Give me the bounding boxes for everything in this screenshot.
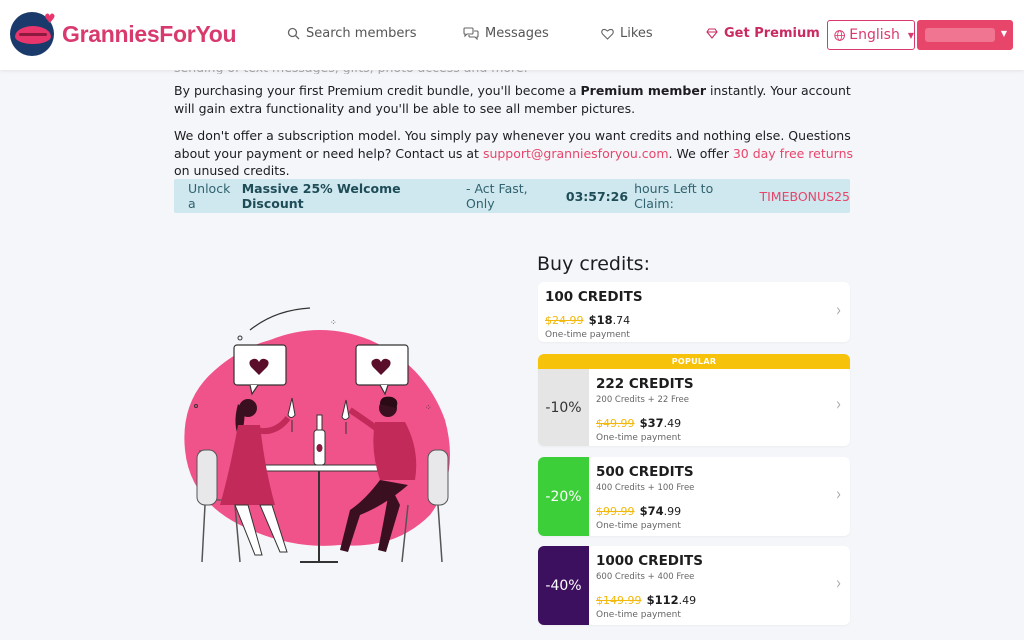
- caret-down-icon: ▼: [907, 30, 914, 40]
- old-price: $99.99: [596, 505, 635, 518]
- payment-type: One-time payment: [596, 521, 681, 531]
- premium-info-paragraph: By purchasing your first Premium credit …: [174, 82, 854, 117]
- nav-get-premium[interactable]: Get Premium: [706, 26, 820, 41]
- welcome-discount-banner: Unlock a Massive 25% Welcome Discount - …: [174, 179, 850, 213]
- package-title: 1000 CREDITS: [596, 553, 703, 569]
- logo-text: GranniesForYou: [62, 20, 237, 47]
- nav-messages-label: Messages: [485, 26, 549, 41]
- payment-type: One-time payment: [596, 610, 681, 620]
- price-main: $18: [588, 313, 613, 327]
- nav-messages[interactable]: Messages: [463, 26, 549, 41]
- payment-type: One-time payment: [596, 433, 681, 443]
- nav-search-members[interactable]: Search members: [287, 26, 417, 41]
- globe-icon: [834, 29, 845, 41]
- promo-bold: Massive 25% Welcome Discount: [241, 181, 401, 211]
- promo-text: - Act Fast, Only: [465, 181, 528, 211]
- payment-info-paragraph: We don't offer a subscription model. You…: [174, 127, 854, 180]
- buy-credits-title: Buy credits:: [537, 253, 650, 275]
- package-breakdown: 200 Credits + 22 Free: [596, 395, 689, 405]
- new-price: $18.74: [589, 313, 631, 327]
- nav-likes-label: Likes: [620, 26, 653, 41]
- new-price: $37.49: [640, 416, 682, 430]
- header: ♥ GranniesForYou Search members Messages…: [0, 0, 1024, 70]
- price-cents: .74: [612, 314, 631, 327]
- credit-package-1000[interactable]: -40% 1000 CREDITS 600 Credits + 400 Free…: [538, 546, 850, 625]
- language-label: English: [849, 27, 900, 43]
- text: By purchasing your first Premium credit …: [174, 83, 581, 98]
- chevron-right-icon: ›: [835, 394, 841, 415]
- premium-member-bold: Premium member: [580, 83, 707, 98]
- chevron-right-icon: ›: [835, 573, 841, 594]
- username-redacted: [925, 28, 995, 42]
- price-main: $112: [646, 593, 679, 607]
- package-breakdown: 600 Credits + 400 Free: [596, 572, 695, 582]
- new-price: $74.99: [640, 504, 682, 518]
- discount-badge: -40%: [538, 546, 589, 625]
- search-icon: [287, 27, 300, 40]
- chevron-right-icon: ›: [835, 484, 841, 505]
- nav-search-label: Search members: [306, 26, 417, 41]
- language-dropdown[interactable]: English ▼: [827, 20, 915, 50]
- price-main: $74: [639, 504, 664, 518]
- old-price: $24.99: [545, 314, 584, 327]
- promo-text: hours Left to Claim:: [634, 181, 714, 211]
- price-cents: .49: [663, 417, 682, 430]
- new-price: $112.49: [647, 593, 697, 607]
- credit-package-500[interactable]: -20% 500 CREDITS 400 Credits + 100 Free …: [538, 457, 850, 536]
- old-price: $149.99: [596, 594, 642, 607]
- chevron-right-icon: ›: [835, 300, 841, 321]
- promo-code: TIMEBONUS25: [759, 188, 851, 204]
- text: on unused credits.: [174, 163, 290, 178]
- nav-premium-label: Get Premium: [724, 26, 820, 41]
- couple-dinner-illustration: ⁘ ⁘: [184, 307, 450, 563]
- credit-package-100[interactable]: 100 CREDITS $24.99 $18.74 One-time payme…: [538, 282, 850, 342]
- svg-text:⁘: ⁘: [330, 318, 337, 327]
- user-menu-button[interactable]: ▼: [917, 20, 1013, 50]
- package-title: 222 CREDITS: [596, 376, 694, 392]
- promo-text: Unlock a: [188, 181, 231, 211]
- site-logo[interactable]: ♥ GranniesForYou: [10, 12, 237, 56]
- text: . We offer: [668, 145, 733, 161]
- nav-likes[interactable]: Likes: [601, 26, 653, 41]
- chat-bubbles-icon: [463, 27, 479, 40]
- package-breakdown: 400 Credits + 100 Free: [596, 483, 695, 493]
- price-cents: .49: [678, 594, 697, 607]
- discount-badge: -20%: [538, 457, 589, 536]
- payment-type: One-time payment: [545, 330, 630, 340]
- package-title: 500 CREDITS: [596, 464, 694, 480]
- discount-badge: -10%: [538, 369, 589, 446]
- support-email-link[interactable]: support@granniesforyou.com: [483, 146, 669, 161]
- free-returns-link[interactable]: 30 day free returns: [733, 146, 853, 161]
- price-main: $37: [639, 416, 664, 430]
- package-title: 100 CREDITS: [545, 289, 643, 305]
- popular-badge: POPULAR: [538, 354, 850, 369]
- old-price: $49.99: [596, 417, 635, 430]
- credit-package-222[interactable]: POPULAR -10% 222 CREDITS 200 Credits + 2…: [538, 354, 850, 446]
- svg-text:⁘: ⁘: [425, 403, 432, 412]
- countdown-timer: 03:57:26: [565, 188, 629, 204]
- caret-down-icon: ▼: [1000, 29, 1007, 38]
- price-cents: .99: [663, 505, 682, 518]
- diamond-icon: [706, 28, 718, 39]
- heart-icon: ♥: [44, 12, 56, 27]
- heart-icon: [601, 28, 614, 40]
